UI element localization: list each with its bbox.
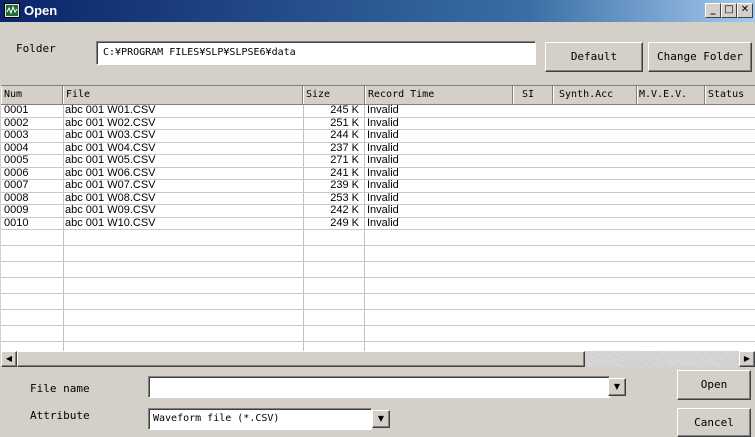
close-icon: ✕: [740, 4, 750, 15]
cell-size: 237 K: [330, 142, 359, 154]
cell-record-time: Invalid: [367, 117, 399, 129]
title-bar[interactable]: Open _ □ ✕: [0, 0, 755, 22]
table-row[interactable]: 0008 abc 001 W08.CSV 253 K Invalid: [1, 192, 755, 205]
attribute-select[interactable]: Waveform file (*.CSV): [148, 408, 372, 430]
cell-size: 239 K: [330, 180, 359, 191]
cell-num: 0004: [4, 142, 29, 154]
column-header-mvev[interactable]: M.V.E.V.: [637, 86, 705, 104]
cell-num: 0003: [4, 130, 29, 141]
horizontal-scrollbar[interactable]: ◀ ▶: [1, 351, 755, 367]
table-row[interactable]: [1, 294, 755, 310]
cell-size: 253 K: [330, 192, 359, 204]
file-name-input[interactable]: [148, 376, 610, 398]
cell-size: 244 K: [330, 130, 359, 141]
waveform-icon: [4, 3, 20, 18]
cell-file: abc 001 W04.CSV: [65, 142, 156, 154]
cell-record-time: Invalid: [367, 167, 399, 179]
folder-label: Folder: [16, 42, 56, 55]
cell-num: 0001: [4, 105, 29, 116]
file-table[interactable]: Num File Size Record Time SI Synth.Acc M…: [1, 85, 755, 352]
window-title: Open: [24, 3, 58, 18]
cell-file: abc 001 W02.CSV: [65, 117, 156, 129]
cell-num: 0006: [4, 167, 29, 179]
cell-size: 242 K: [330, 205, 359, 216]
column-header-file[interactable]: File: [63, 86, 303, 104]
table-row[interactable]: 0005 abc 001 W05.CSV 271 K Invalid: [1, 155, 755, 168]
table-row[interactable]: [1, 262, 755, 278]
cell-file: abc 001 W03.CSV: [65, 130, 156, 141]
cell-num: 0010: [4, 217, 29, 229]
cell-file: abc 001 W08.CSV: [65, 192, 156, 204]
chevron-down-icon[interactable]: ▼: [372, 410, 390, 428]
cell-record-time: Invalid: [367, 192, 399, 204]
table-row[interactable]: [1, 278, 755, 294]
cell-file: abc 001 W01.CSV: [65, 105, 156, 116]
cell-record-time: Invalid: [367, 155, 399, 166]
table-row[interactable]: 0003 abc 001 W03.CSV 244 K Invalid: [1, 130, 755, 143]
chevron-down-icon[interactable]: ▼: [608, 378, 626, 396]
cell-record-time: Invalid: [367, 142, 399, 154]
change-folder-button[interactable]: Change Folder: [648, 42, 752, 72]
cell-size: 249 K: [330, 217, 359, 229]
attribute-value: Waveform file (*.CSV): [153, 413, 280, 424]
table-row[interactable]: 0002 abc 001 W02.CSV 251 K Invalid: [1, 117, 755, 130]
cell-file: abc 001 W09.CSV: [65, 205, 156, 216]
table-header: Num File Size Record Time SI Synth.Acc M…: [1, 86, 755, 105]
cell-num: 0008: [4, 192, 29, 204]
table-row[interactable]: [1, 326, 755, 342]
cell-file: abc 001 W10.CSV: [65, 217, 156, 229]
table-row[interactable]: [1, 246, 755, 262]
arrow-left-icon[interactable]: ◀: [1, 351, 17, 367]
table-row[interactable]: 0004 abc 001 W04.CSV 237 K Invalid: [1, 142, 755, 155]
minimize-button[interactable]: _: [705, 3, 721, 18]
cell-record-time: Invalid: [367, 130, 399, 141]
table-body: 0001 abc 001 W01.CSV 245 K Invalid 0002 abc 0…: [1, 105, 755, 352]
attribute-label: Attribute: [30, 409, 90, 422]
table-row[interactable]: [1, 230, 755, 246]
cell-file: abc 001 W06.CSV: [65, 167, 156, 179]
cell-size: 251 K: [330, 117, 359, 129]
table-row[interactable]: 0007 abc 001 W07.CSV 239 K Invalid: [1, 180, 755, 193]
column-header-size[interactable]: Size: [303, 86, 365, 104]
cell-record-time: Invalid: [367, 217, 399, 229]
folder-path-text: C:¥PROGRAM FILES¥SLP¥SLPSE6¥data: [103, 47, 296, 58]
cell-record-time: Invalid: [367, 105, 399, 116]
open-button[interactable]: Open: [677, 370, 751, 400]
cell-num: 0002: [4, 117, 29, 129]
cell-record-time: Invalid: [367, 205, 399, 216]
arrow-right-icon[interactable]: ▶: [739, 351, 755, 367]
column-header-status[interactable]: Status: [705, 86, 755, 104]
file-name-label: File name: [30, 382, 90, 395]
table-row[interactable]: 0010 abc 001 W10.CSV 249 K Invalid: [1, 217, 755, 230]
default-button[interactable]: Default: [545, 42, 643, 72]
cell-num: 0005: [4, 155, 29, 166]
cell-size: 271 K: [330, 155, 359, 166]
column-header-si[interactable]: SI: [513, 86, 553, 104]
cell-size: 241 K: [330, 167, 359, 179]
scroll-thumb[interactable]: [17, 351, 585, 367]
cell-size: 245 K: [330, 105, 359, 116]
table-row[interactable]: 0009 abc 001 W09.CSV 242 K Invalid: [1, 205, 755, 218]
column-header-num[interactable]: Num: [1, 86, 63, 104]
cell-num: 0009: [4, 205, 29, 216]
close-button[interactable]: ✕: [737, 3, 753, 18]
cancel-button[interactable]: Cancel: [677, 408, 751, 437]
cell-file: abc 001 W07.CSV: [65, 180, 156, 191]
cell-file: abc 001 W05.CSV: [65, 155, 156, 166]
column-header-synth-acc[interactable]: Synth.Acc: [553, 86, 637, 104]
cell-record-time: Invalid: [367, 180, 399, 191]
table-row[interactable]: [1, 310, 755, 326]
column-header-record-time[interactable]: Record Time: [365, 86, 513, 104]
maximize-button[interactable]: □: [721, 3, 737, 18]
folder-path-field[interactable]: C:¥PROGRAM FILES¥SLP¥SLPSE6¥data: [96, 41, 536, 65]
table-row[interactable]: 0006 abc 001 W06.CSV 241 K Invalid: [1, 167, 755, 180]
table-row[interactable]: 0001 abc 001 W01.CSV 245 K Invalid: [1, 105, 755, 118]
cell-num: 0007: [4, 180, 29, 191]
minimize-icon: _: [710, 4, 716, 15]
maximize-icon: □: [724, 4, 734, 15]
